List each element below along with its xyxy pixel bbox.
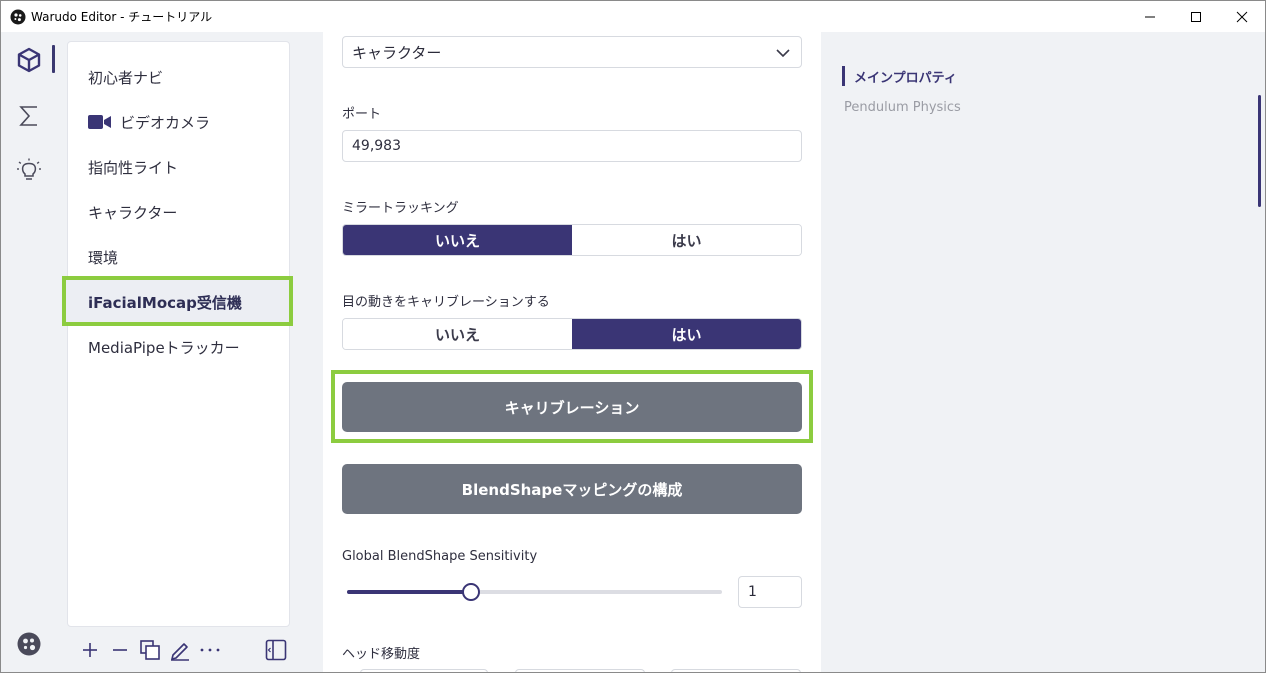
window-title: Warudo Editor - チュートリアル xyxy=(31,10,213,24)
collapse-panel-button[interactable] xyxy=(265,639,287,661)
blendshape-mapping-button[interactable]: BlendShapeマッピングの構成 xyxy=(342,464,802,514)
sensitivity-label: Global BlendShape Sensitivity xyxy=(342,549,538,564)
scrollbar-thumb[interactable] xyxy=(1258,95,1261,207)
activity-blueprint-button[interactable] xyxy=(15,102,43,130)
mirror-tracking-yes[interactable]: はい xyxy=(572,225,801,255)
character-select-value: キャラクター xyxy=(352,43,442,62)
eye-calibration-no[interactable]: いいえ xyxy=(343,319,572,349)
head-movement-x-input[interactable] xyxy=(360,669,488,672)
sidebar-item-label: iFacialMocap受信機 xyxy=(88,293,242,312)
sidebar-toggle-icon xyxy=(265,639,287,661)
eye-calibration-yes[interactable]: はい xyxy=(572,319,801,349)
chevron-down-icon xyxy=(776,49,790,58)
sensitivity-input[interactable]: 1 xyxy=(738,576,802,608)
sidebar-item-label: MediaPipeトラッカー xyxy=(88,338,240,357)
sidebar-item-character[interactable]: キャラクター xyxy=(88,200,177,224)
sidebar-item-label: 指向性ライト xyxy=(88,158,179,177)
remove-button[interactable] xyxy=(109,639,131,661)
mirror-tracking-toggle: いいえ はい xyxy=(342,224,802,256)
calibrate-button[interactable]: キャリブレーション xyxy=(342,382,802,432)
sidebar-item-label: 初心者ナビ xyxy=(88,68,164,87)
head-movement-y-input[interactable] xyxy=(515,669,645,672)
sidebar-item-mediapipe-tracker[interactable]: MediaPipeトラッカー xyxy=(88,335,240,359)
sensitivity-slider[interactable] xyxy=(347,583,722,601)
sidebar-item-environment[interactable]: 環境 xyxy=(88,245,118,269)
rename-button[interactable] xyxy=(169,639,191,661)
sidebar-item-label: キャラクター xyxy=(88,203,178,222)
warudo-logo-icon xyxy=(10,9,26,24)
sidebar-item-beginner-navi[interactable]: 初心者ナビ xyxy=(88,65,163,89)
activity-bar xyxy=(1,32,58,672)
port-input[interactable]: 49,983 xyxy=(342,130,802,162)
sidebar-item-directional-light[interactable]: 指向性ライト xyxy=(88,155,178,179)
close-icon xyxy=(1236,11,1248,22)
duplicate-button[interactable] xyxy=(139,639,161,661)
eye-calibration-label: 目の動きをキャリブレーションする xyxy=(342,295,550,310)
lightbulb-icon xyxy=(17,158,41,180)
title-bar: Warudo Editor - チュートリアル xyxy=(1,1,1265,32)
plus-icon xyxy=(83,643,97,657)
pencil-icon xyxy=(171,643,189,661)
sidebar-item-video-camera[interactable]: ビデオカメラ xyxy=(88,110,210,134)
activity-scene-button[interactable] xyxy=(15,46,43,74)
active-indicator xyxy=(52,45,55,73)
sidebar-item-label: ビデオカメラ xyxy=(120,113,211,132)
property-panel: キャラクター ポート 49,983 ミラートラッキング いいえ はい 目の動きを… xyxy=(323,32,821,672)
add-button[interactable] xyxy=(79,639,101,661)
maximize-icon xyxy=(1191,11,1201,22)
activity-tips-button[interactable] xyxy=(15,156,43,184)
cube-icon xyxy=(17,47,41,73)
mirror-tracking-label: ミラートラッキング xyxy=(342,201,459,216)
sidebar-toolbar xyxy=(79,637,287,663)
sensitivity-slider-thumb[interactable] xyxy=(461,583,480,601)
window-controls xyxy=(1127,1,1265,32)
head-movement-z-input[interactable] xyxy=(671,669,801,672)
minus-icon xyxy=(113,649,127,651)
character-select[interactable]: キャラクター xyxy=(342,36,802,68)
sidebar-item-label: 環境 xyxy=(88,248,119,267)
minimize-icon xyxy=(1145,16,1155,17)
activity-settings-button[interactable] xyxy=(15,630,43,658)
mirror-tracking-no[interactable]: いいえ xyxy=(343,225,572,255)
port-label: ポート xyxy=(342,107,382,122)
sensitivity-slider-fill xyxy=(347,590,471,594)
more-button[interactable] xyxy=(199,639,221,661)
toc-item-pendulum-physics[interactable]: Pendulum Physics xyxy=(844,100,961,115)
sidebar-item-ifacialmocap[interactable]: iFacialMocap受信機 xyxy=(64,280,293,324)
app-window: Warudo Editor - チュートリアル 初心者ナビ ビデオカメラ 指向性… xyxy=(0,0,1266,673)
minimize-button[interactable] xyxy=(1127,1,1173,32)
copy-icon xyxy=(140,640,160,660)
head-movement-label: ヘッド移動度 xyxy=(342,647,421,662)
asset-list-panel: 初心者ナビ ビデオカメラ 指向性ライト キャラクター 環境 iFacialMoc… xyxy=(64,41,293,627)
eye-calibration-toggle: いいえ はい xyxy=(342,318,802,350)
toc-item-main-properties[interactable]: メインプロパティ xyxy=(842,66,957,86)
close-button[interactable] xyxy=(1219,1,1265,32)
sigma-icon xyxy=(19,106,37,126)
warudo-settings-icon xyxy=(17,632,41,656)
video-camera-icon xyxy=(88,115,111,129)
table-of-contents-panel: メインプロパティ Pendulum Physics xyxy=(821,32,1265,672)
more-icon xyxy=(200,648,220,652)
maximize-button[interactable] xyxy=(1173,1,1219,32)
